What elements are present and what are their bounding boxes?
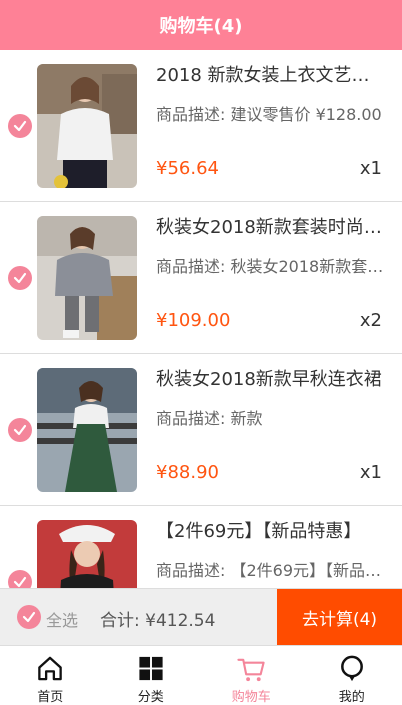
tab-label: 分类 bbox=[137, 690, 164, 705]
item-checkbox[interactable] bbox=[8, 114, 32, 138]
checkmark-icon bbox=[13, 576, 27, 588]
item-description: 商品描述: 建议零售价 ¥128.00 bbox=[156, 105, 382, 124]
item-title[interactable]: 秋装女2018新款套装时尚洋气两件套 bbox=[156, 216, 384, 240]
page-title: 购物车(4) bbox=[159, 16, 243, 37]
item-description: 商品描述: 【2件69元】【新品特惠】 bbox=[156, 561, 384, 580]
cart-item[interactable]: 秋装女2018新款早秋连衣裙 商品描述: 新款 ¥88.90 x1 bbox=[0, 354, 402, 506]
tab-profile[interactable]: 我的 bbox=[302, 646, 402, 705]
item-quantity: x2 bbox=[359, 310, 382, 331]
item-description: 商品描述: 秋装女2018新款套装两件套 bbox=[156, 257, 384, 276]
checkmark-icon bbox=[13, 424, 27, 436]
page-header: 购物车(4) bbox=[0, 0, 402, 50]
checkmark-icon bbox=[22, 611, 36, 623]
tab-label: 购物车 bbox=[231, 690, 271, 705]
item-checkbox[interactable] bbox=[8, 266, 32, 290]
total-amount: 合计: ¥412.54 bbox=[100, 611, 216, 631]
product-image[interactable] bbox=[37, 520, 137, 588]
item-quantity: x1 bbox=[359, 462, 382, 483]
item-description: 商品描述: 新款 bbox=[156, 409, 263, 428]
item-quantity: x1 bbox=[359, 158, 382, 179]
checkmark-icon bbox=[13, 120, 27, 132]
select-all-checkbox[interactable] bbox=[17, 605, 41, 629]
product-image[interactable] bbox=[37, 64, 137, 188]
tab-label: 我的 bbox=[338, 690, 365, 705]
user-icon bbox=[340, 655, 363, 682]
checkout-button[interactable]: 去计算(4) bbox=[277, 589, 402, 646]
checkout-bar: 全选 合计: ¥412.54 去计算(4) bbox=[0, 588, 402, 646]
product-image[interactable] bbox=[37, 216, 137, 340]
cart-icon bbox=[237, 658, 265, 682]
item-price: ¥88.90 bbox=[156, 462, 219, 483]
item-price: ¥56.64 bbox=[156, 158, 219, 179]
tab-home[interactable]: 首页 bbox=[0, 646, 101, 705]
item-checkbox[interactable] bbox=[8, 418, 32, 442]
cart-item[interactable]: 【2件69元】【新品特惠】 商品描述: 【2件69元】【新品特惠】 bbox=[0, 506, 402, 588]
cart-list: 2018 新款女装上衣文艺小清新宽松短袖T恤 商品描述: 建议零售价 ¥128.… bbox=[0, 50, 402, 588]
tab-label: 首页 bbox=[37, 690, 64, 705]
item-title[interactable]: 秋装女2018新款早秋连衣裙 bbox=[156, 368, 384, 392]
item-title[interactable]: 2018 新款女装上衣文艺小清新宽松短袖T恤 bbox=[156, 64, 384, 88]
item-checkbox[interactable] bbox=[8, 570, 32, 588]
item-price: ¥109.00 bbox=[156, 310, 231, 331]
cart-item[interactable]: 2018 新款女装上衣文艺小清新宽松短袖T恤 商品描述: 建议零售价 ¥128.… bbox=[0, 50, 402, 202]
select-all-label[interactable]: 全选 bbox=[46, 607, 78, 631]
item-title[interactable]: 【2件69元】【新品特惠】 bbox=[156, 520, 384, 544]
tab-category[interactable]: 分类 bbox=[101, 646, 202, 705]
cart-item[interactable]: 秋装女2018新款套装时尚洋气两件套 商品描述: 秋装女2018新款套装两件套 … bbox=[0, 202, 402, 354]
bottom-tab-bar: 首页 分类 购物车 我的 bbox=[0, 645, 402, 705]
home-icon bbox=[38, 656, 63, 681]
grid-icon bbox=[139, 656, 163, 681]
checkmark-icon bbox=[13, 272, 27, 284]
product-image[interactable] bbox=[37, 368, 137, 492]
tab-cart[interactable]: 购物车 bbox=[201, 646, 302, 705]
